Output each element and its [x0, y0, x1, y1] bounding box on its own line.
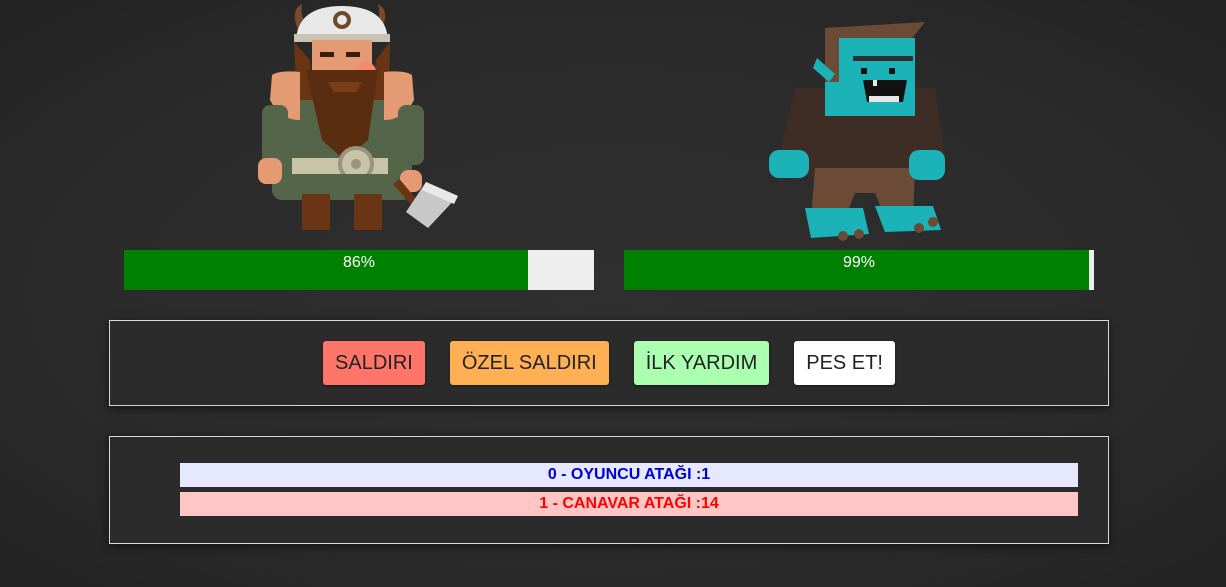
log-entry-monster: 1 - CANAVAR ATAĞI :14 — [180, 492, 1078, 516]
heal-button[interactable]: İLK YARDIM — [633, 341, 770, 385]
attack-button[interactable]: SALDIRI — [323, 341, 425, 385]
battle-log-list: 0 - OYUNCU ATAĞI :1 1 - CANAVAR ATAĞI :1… — [180, 463, 1078, 521]
player-health-bar: 86% — [124, 250, 594, 290]
monster-health-bar: 99% — [624, 250, 1094, 290]
give-up-button[interactable]: PES ET! — [794, 341, 895, 385]
controls-button-row: SALDIRI ÖZEL SALDIRI İLK YARDIM PES ET! — [110, 341, 1108, 385]
battle-log-panel: 0 - OYUNCU ATAĞI :1 1 - CANAVAR ATAĞI :1… — [109, 436, 1109, 544]
controls-panel: SALDIRI ÖZEL SALDIRI İLK YARDIM PES ET! — [109, 320, 1109, 406]
monster-troll-avatar — [769, 22, 945, 241]
monster-health-label: 99% — [842, 254, 876, 271]
player-viking-avatar — [258, 4, 458, 230]
player-health-label: 86% — [342, 254, 376, 271]
log-entry-player: 0 - OYUNCU ATAĞI :1 — [180, 463, 1078, 487]
special-attack-button[interactable]: ÖZEL SALDIRI — [449, 341, 609, 385]
